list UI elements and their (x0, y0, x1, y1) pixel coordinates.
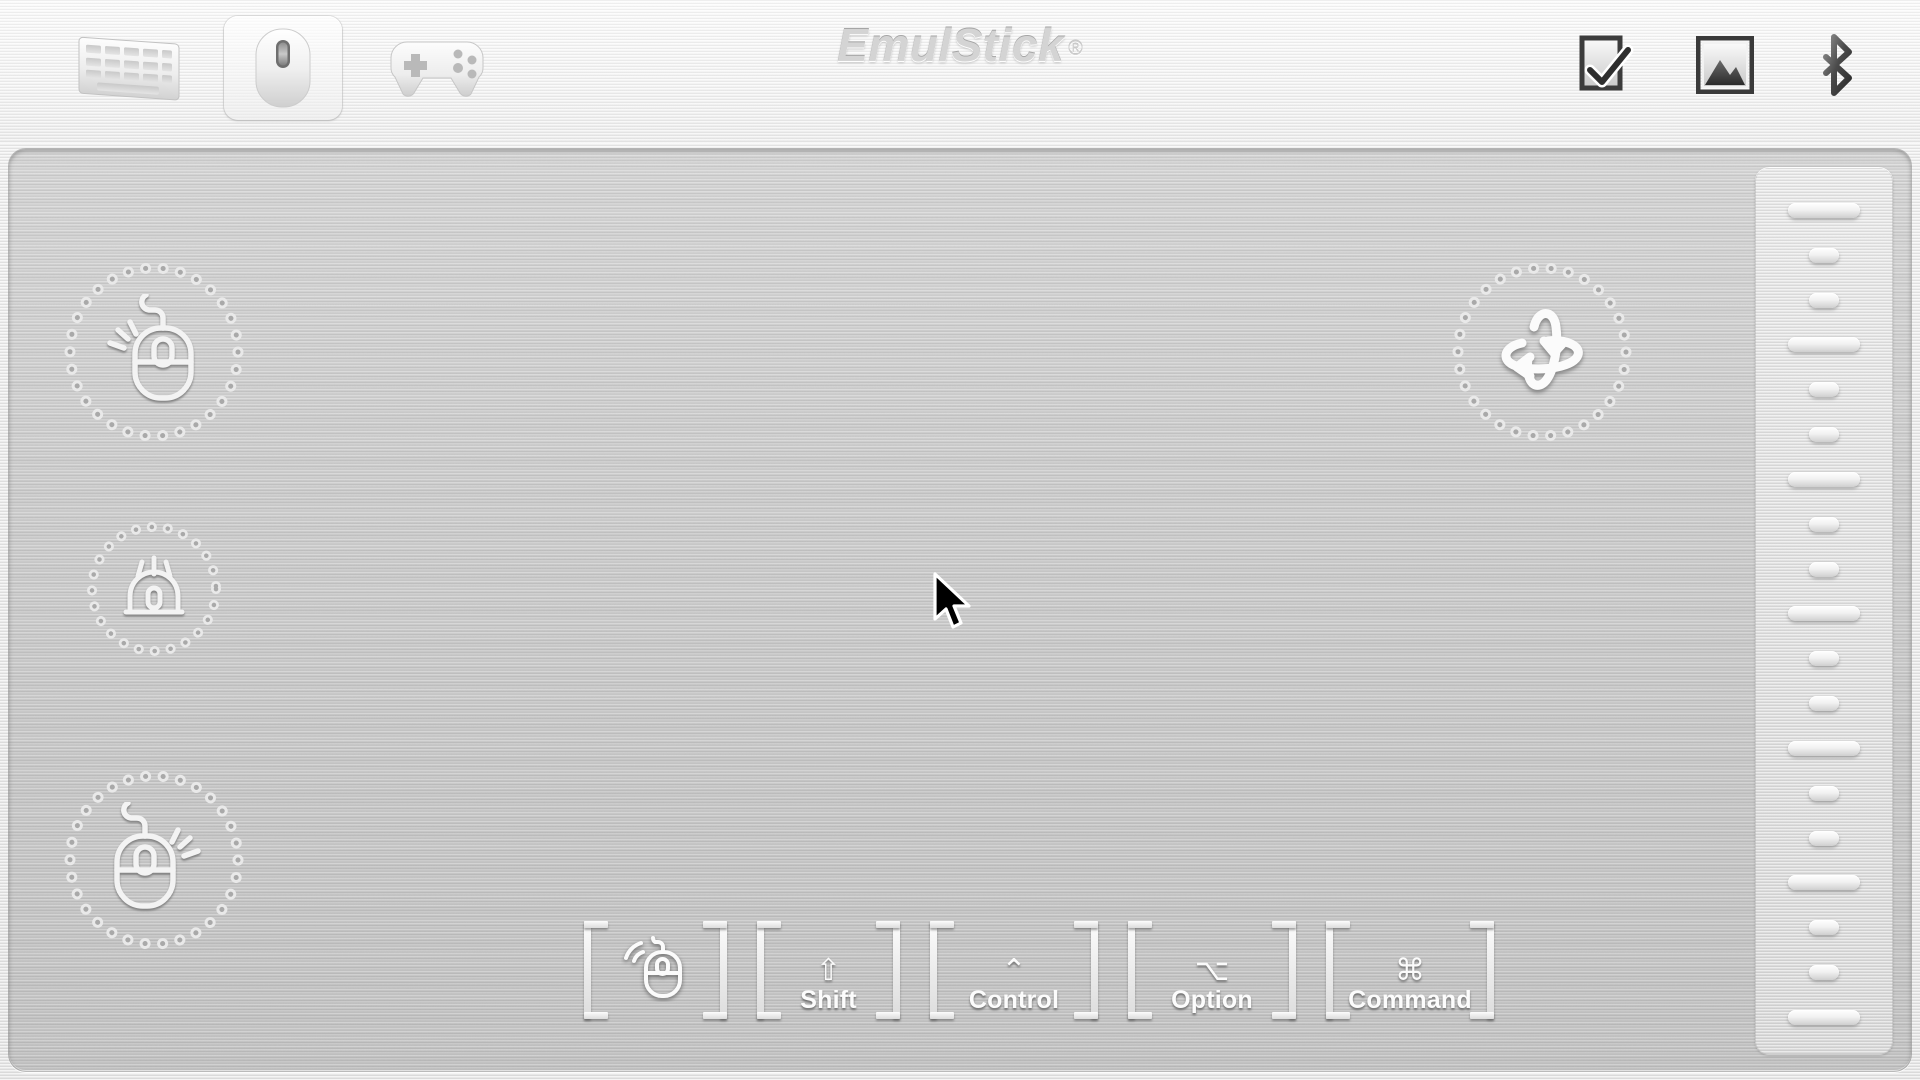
bracket-left (1326, 921, 1352, 1019)
emulstick-app-window: EmulStick ® ⇧ Shift ⌃ Control ⌥ Option ⌘… (0, 0, 1920, 1080)
bracket-right (1468, 921, 1494, 1019)
modifier-label: Option (1171, 986, 1253, 1014)
scroll-tick-short (1809, 651, 1839, 667)
scroll-tick-short (1809, 427, 1839, 443)
bracket-right (1072, 921, 1098, 1019)
modifier-option[interactable]: ⌥ Option (1128, 921, 1296, 1019)
bracket-left (584, 921, 610, 1019)
scroll-tick-long (1788, 740, 1860, 756)
bluetooth-icon[interactable] (1816, 34, 1858, 101)
mouse-left-click-icon (94, 291, 214, 411)
bracket-left (930, 921, 956, 1019)
scroll-tick-short (1809, 516, 1839, 532)
modifier-shift[interactable]: ⇧ Shift (757, 921, 900, 1019)
modifier-control[interactable]: ⌃ Control (930, 921, 1098, 1019)
tab-keyboard[interactable] (70, 16, 188, 120)
scroll-tick-short (1809, 382, 1839, 398)
bracket-right (701, 921, 727, 1019)
control-panel: ⇧ Shift ⌃ Control ⌥ Option ⌘ Command (8, 148, 1912, 1072)
scroll-tick-long (1788, 1009, 1860, 1025)
shift-icon: ⇧ (815, 954, 842, 987)
mouse-right-click-icon (94, 799, 214, 919)
bracket-left (1128, 921, 1154, 1019)
modifier-command[interactable]: ⌘ Command (1326, 921, 1494, 1019)
registered-trademark: ® (1068, 37, 1083, 60)
modifier-label: Control (968, 986, 1060, 1014)
bracket-left (757, 921, 783, 1019)
keyboard-icon (77, 33, 181, 103)
scroll-tick-short (1809, 785, 1839, 801)
bracket-right (874, 921, 900, 1019)
status-icon-group (1578, 34, 1858, 101)
mouse-icon (253, 26, 313, 110)
scroll-tick-short (1809, 561, 1839, 577)
scroll-tick-long (1788, 337, 1860, 353)
command-icon: ⌘ (1395, 954, 1425, 987)
modifier-mouse-mode[interactable] (584, 921, 727, 1019)
scroll-tick-short (1809, 830, 1839, 846)
hotspot-left-click[interactable] (61, 259, 247, 445)
bracket-right (1270, 921, 1296, 1019)
trackpad-surface[interactable]: ⇧ Shift ⌃ Control ⌥ Option ⌘ Command (9, 149, 1749, 1071)
tab-gamepad[interactable] (378, 16, 496, 120)
hotspot-right-click[interactable] (61, 767, 247, 953)
modifier-label: Command (1348, 986, 1472, 1014)
hotspot-gyro-motion[interactable] (1449, 259, 1635, 445)
modifier-key-row: ⇧ Shift ⌃ Control ⌥ Option ⌘ Command (584, 921, 1494, 1019)
picture-icon[interactable] (1695, 35, 1755, 99)
scroll-tick-short (1809, 920, 1839, 936)
page-title: EmulStick (837, 19, 1065, 71)
gamepad-icon (385, 34, 489, 102)
top-toolbar: EmulStick ® (0, 0, 1920, 143)
scroll-tick-long (1788, 203, 1860, 218)
mouse-wheel-click-icon (108, 544, 200, 635)
hotspot-middle-click[interactable] (84, 519, 224, 659)
scroll-tick-long (1788, 471, 1860, 487)
scroll-strip[interactable] (1755, 167, 1893, 1055)
option-icon: ⌥ (1194, 954, 1230, 987)
scroll-tick-short (1809, 696, 1839, 712)
tab-mouse[interactable] (224, 16, 342, 120)
scroll-tick-short (1809, 965, 1839, 981)
scroll-tick-short (1809, 292, 1839, 308)
checklist-icon[interactable] (1578, 34, 1634, 101)
control-icon: ⌃ (1001, 954, 1027, 987)
device-mode-tabs (70, 16, 496, 120)
wireless-mouse-icon (621, 936, 691, 1007)
scroll-tick-long (1788, 875, 1860, 891)
scroll-tick-long (1788, 606, 1860, 622)
rotate-3d-icon (1486, 297, 1598, 408)
scroll-tick-short (1809, 247, 1839, 263)
modifier-label: Shift (800, 986, 857, 1014)
